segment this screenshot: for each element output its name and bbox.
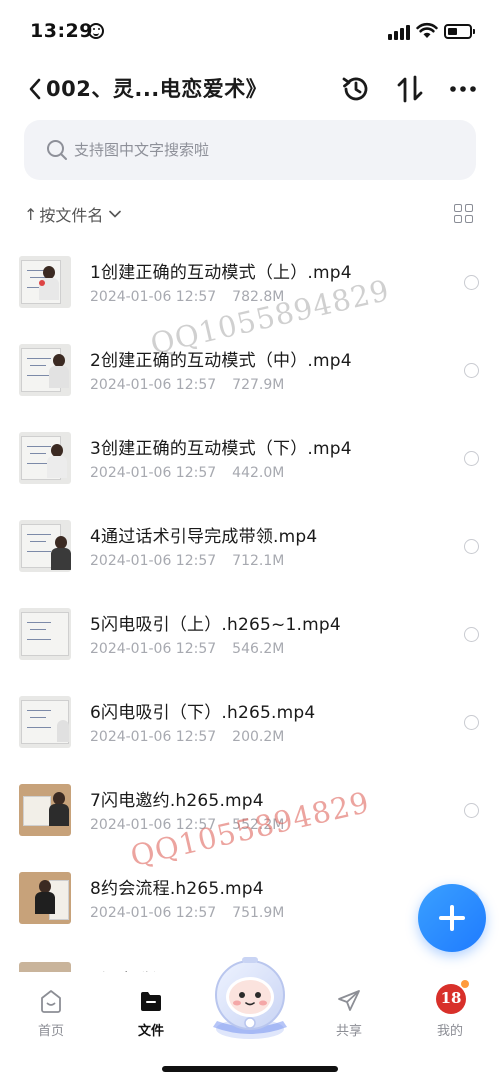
file-date: 2024-01-06 12:57	[90, 641, 217, 657]
file-size: 751.9M	[232, 905, 285, 921]
select-checkbox[interactable]	[464, 451, 479, 466]
history-icon[interactable]	[340, 73, 372, 105]
back-chevron-icon[interactable]	[24, 74, 46, 104]
tab-files[interactable]: 文件	[116, 982, 186, 1042]
search-input[interactable]	[74, 120, 454, 180]
select-checkbox[interactable]	[464, 803, 479, 818]
folder-title: 002、灵...电恋爱术》	[46, 77, 268, 101]
grid-view-icon[interactable]	[454, 204, 474, 224]
tab-label: 共享	[335, 1024, 362, 1039]
cellular-signal-icon	[388, 24, 410, 40]
video-thumbnail	[19, 784, 71, 836]
file-size: 712.1M	[232, 553, 285, 569]
tab-share[interactable]: 共享	[314, 982, 384, 1042]
file-row[interactable]: 6闪电吸引（下）.h265.mp4 2024-01-06 12:57 200.2M	[0, 677, 500, 765]
video-thumbnail	[19, 432, 71, 484]
search-bar[interactable]	[24, 120, 476, 180]
tab-profile[interactable]: 18 我的	[415, 980, 485, 1042]
status-bar: 13:29	[0, 0, 500, 60]
file-size: 727.9M	[232, 377, 285, 393]
home-icon	[41, 990, 61, 1013]
file-date: 2024-01-06 12:57	[90, 729, 217, 745]
wifi-icon	[416, 22, 438, 38]
file-name: 1创建正确的互动模式（上）.mp4	[90, 263, 352, 283]
select-checkbox[interactable]	[464, 715, 479, 730]
file-size: 546.2M	[232, 641, 285, 657]
share-icon	[338, 990, 360, 1011]
file-date: 2024-01-06 12:57	[90, 289, 217, 305]
file-name: 3创建正确的互动模式（下）.mp4	[90, 439, 352, 459]
sort-transfer-icon[interactable]	[396, 73, 424, 105]
video-thumbnail	[19, 872, 71, 924]
select-checkbox[interactable]	[464, 539, 479, 554]
video-thumbnail	[19, 520, 71, 572]
status-time: 13:29	[30, 20, 93, 42]
smiley-icon	[88, 23, 104, 39]
file-meta: 2024-01-06 12:57 442.0M	[90, 465, 284, 481]
plus-icon	[439, 905, 465, 931]
tab-home[interactable]: 首页	[16, 982, 86, 1042]
avatar-badge-text: 18	[440, 989, 462, 1007]
file-name: 8约会流程.h265.mp4	[90, 879, 264, 899]
avatar: 18	[436, 984, 466, 1014]
video-thumbnail	[19, 256, 71, 308]
file-meta: 2024-01-06 12:57 712.1M	[90, 553, 284, 569]
sort-label: 按文件名	[39, 206, 104, 225]
file-meta: 2024-01-06 12:57 200.2M	[90, 729, 284, 745]
file-meta: 2024-01-06 12:57 727.9M	[90, 377, 284, 393]
file-row[interactable]: 3创建正确的互动模式（下）.mp4 2024-01-06 12:57 442.0M	[0, 413, 500, 501]
tab-label: 我的	[436, 1024, 463, 1039]
folder-icon	[141, 992, 161, 1011]
video-thumbnail	[19, 608, 71, 660]
file-name: 6闪电吸引（下）.h265.mp4	[90, 703, 316, 723]
file-meta: 2024-01-06 12:57 546.2M	[90, 641, 284, 657]
video-thumbnail	[19, 344, 71, 396]
video-thumbnail	[19, 696, 71, 748]
home-indicator	[162, 1066, 338, 1072]
file-name: 5闪电吸引（上）.h265~1.mp4	[90, 615, 341, 635]
search-icon	[47, 140, 67, 160]
file-row[interactable]: 5闪电吸引（上）.h265~1.mp4 2024-01-06 12:57 546.…	[0, 589, 500, 677]
select-checkbox[interactable]	[464, 275, 479, 290]
file-date: 2024-01-06 12:57	[90, 553, 217, 569]
sort-up-arrow-icon: ↑	[24, 204, 38, 224]
battery-icon	[444, 24, 475, 39]
file-name: 7闪电邀约.h265.mp4	[90, 791, 264, 811]
file-date: 2024-01-06 12:57	[90, 905, 217, 921]
sort-selector[interactable]: ↑ 按文件名	[24, 200, 122, 228]
add-button[interactable]	[418, 884, 486, 952]
more-options-icon[interactable]	[448, 73, 478, 105]
file-meta: 2024-01-06 12:57 751.9M	[90, 905, 284, 921]
file-date: 2024-01-06 12:57	[90, 377, 217, 393]
select-checkbox[interactable]	[464, 363, 479, 378]
file-name: 4通过话术引导完成带领.mp4	[90, 527, 318, 547]
file-size: 442.0M	[232, 465, 285, 481]
tab-label: 首页	[37, 1024, 64, 1039]
notification-dot-icon	[461, 980, 469, 988]
tab-label: 文件	[137, 1024, 164, 1039]
file-name: 2创建正确的互动模式（中）.mp4	[90, 351, 352, 371]
chevron-down-icon	[109, 210, 122, 218]
file-size: 200.2M	[232, 729, 285, 745]
file-date: 2024-01-06 12:57	[90, 465, 217, 481]
file-row[interactable]: 4通过话术引导完成带领.mp4 2024-01-06 12:57 712.1M	[0, 501, 500, 589]
ai-assistant-mascot-icon[interactable]	[203, 955, 297, 1041]
select-checkbox[interactable]	[464, 627, 479, 642]
